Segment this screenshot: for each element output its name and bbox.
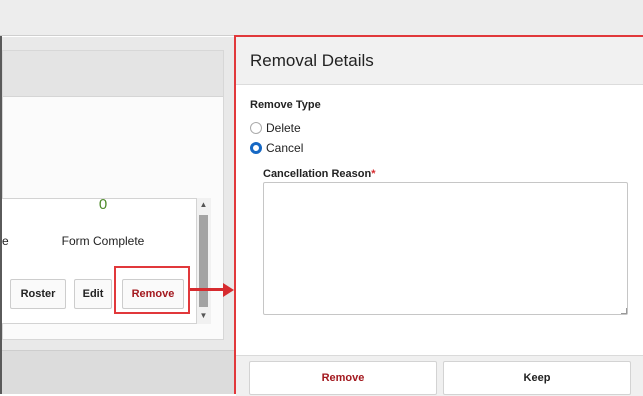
removal-details-panel: Removal Details Remove Type Delete Cance… (234, 35, 643, 396)
remove-type-label: Remove Type (250, 99, 321, 111)
scroll-down-icon[interactable]: ▼ (198, 311, 209, 320)
radio-checked-icon[interactable] (250, 142, 262, 154)
cancellation-reason-label: Cancellation Reason* (263, 168, 375, 180)
edit-button[interactable]: Edit (74, 279, 112, 309)
keep-button[interactable]: Keep (443, 361, 631, 395)
truncated-stat-label: e (2, 234, 9, 248)
top-bar (0, 0, 643, 36)
confirm-remove-button[interactable]: Remove (249, 361, 437, 395)
cancellation-reason-input[interactable] (263, 182, 628, 315)
radio-cancel[interactable]: Cancel (250, 141, 303, 155)
radio-delete-label: Delete (266, 121, 301, 135)
remove-button-highlight (114, 266, 190, 314)
background-card-header (3, 51, 223, 97)
required-marker: * (371, 168, 376, 180)
radio-unchecked-icon[interactable] (250, 122, 262, 134)
scroll-up-icon[interactable]: ▲ (198, 200, 209, 209)
roster-button[interactable]: Roster (10, 279, 66, 309)
scrollbar-thumb[interactable] (199, 215, 208, 307)
resize-grip-icon[interactable] (621, 308, 627, 314)
background-bottom-band (2, 350, 235, 394)
radio-delete[interactable]: Delete (250, 121, 301, 135)
panel-title: Removal Details (250, 51, 374, 70)
panel-header: Removal Details (236, 37, 643, 85)
callout-arrow-line (190, 288, 224, 291)
cancellation-reason-text: Cancellation Reason (263, 168, 372, 180)
callout-arrow-icon (223, 283, 234, 297)
form-complete-label: Form Complete (61, 234, 145, 248)
radio-cancel-label: Cancel (266, 141, 304, 155)
form-complete-count: 0 (98, 196, 108, 213)
